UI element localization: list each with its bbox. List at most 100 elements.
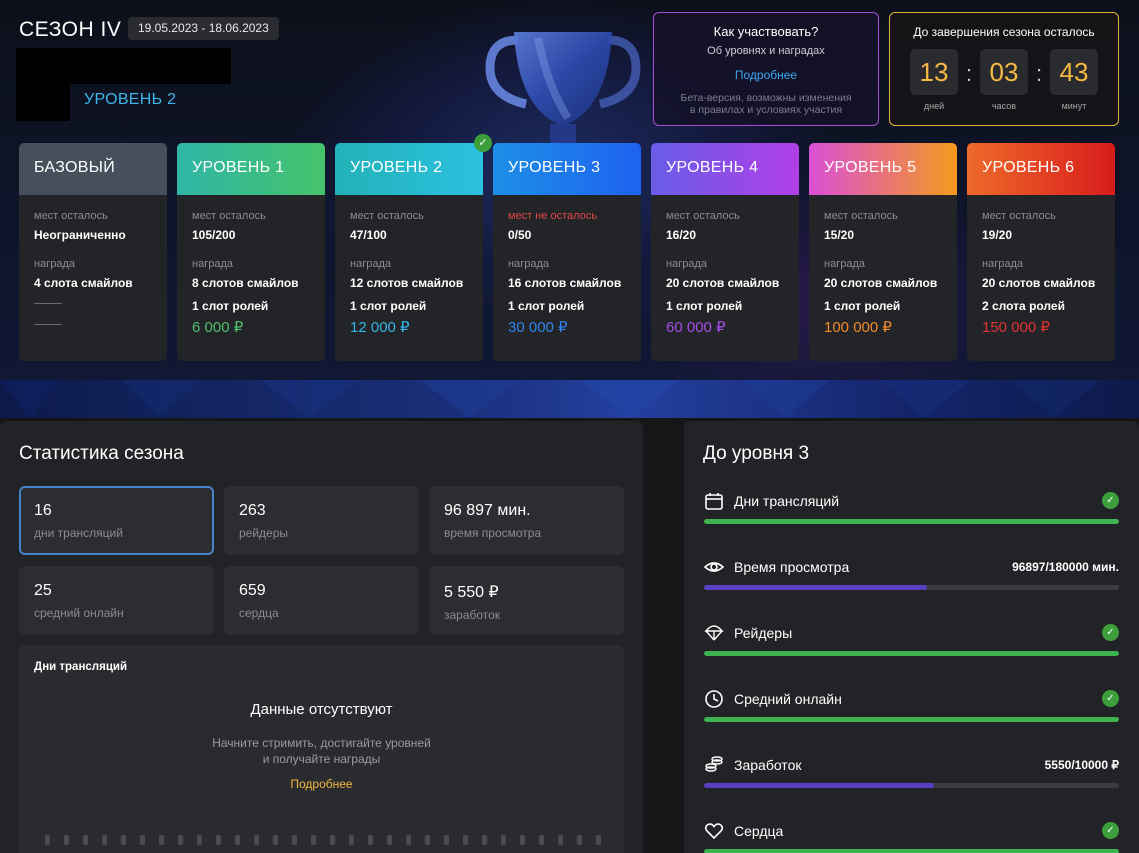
chart-placeholder-bars [45,835,605,845]
level-card-base[interactable]: БАЗОВЫЙ мест осталось Неограниченно нагр… [19,143,167,361]
chart-placeholder-bar [596,835,601,845]
stream-days-chart: Дни трансляций Данные отсутствуют Начнит… [19,645,624,853]
level-places: 105/200 [192,228,236,242]
chart-placeholder-bar [140,835,145,845]
stat-watch-time[interactable]: 96 897 мин. время просмотра [429,486,624,555]
empty-dash [34,303,62,304]
level-reward: 4 слота смайлов [34,276,133,290]
level-card-6[interactable]: УРОВЕНЬ 6 мест осталось 19/20 награда 20… [967,143,1115,361]
chart-placeholder-bar [45,835,50,845]
level-card-title: БАЗОВЫЙ [19,143,167,195]
stat-stream-days[interactable]: 16 дни трансляций [19,486,214,555]
level-price: 12 000 ₽ [350,319,410,336]
level-price: 150 000 ₽ [982,319,1050,336]
chart-placeholder-bar [235,835,240,845]
countdown-title: До завершения сезона осталось [913,25,1095,39]
next-level-progress-panel: До уровня 3 Дни трансляций ✓ Время просм… [684,421,1139,853]
progress-item-avg-online: Средний онлайн ✓ [704,689,1119,729]
stat-hearts[interactable]: 659 сердца [224,566,419,635]
progress-value: 96897/180000 мин. [1012,560,1119,574]
calendar-icon [705,493,723,510]
progress-fill [704,651,1119,656]
chart-placeholder-bar [349,835,354,845]
level-price: 30 000 ₽ [508,319,568,336]
level-card-title: УРОВЕНЬ 5 [809,143,957,195]
level-places: Неограниченно [34,228,126,242]
coins-icon [705,756,723,772]
chart-placeholder-bar [159,835,164,845]
progress-fill [704,783,935,788]
season-title: СЕЗОН IV [19,18,122,41]
level-places: 19/20 [982,228,1013,242]
level-card-4[interactable]: УРОВЕНЬ 4 мест осталось 16/20 награда 20… [651,143,799,361]
how-subtitle: Об уровнях и наградах [707,45,825,57]
chart-placeholder-bar [83,835,88,845]
progress-fill [704,849,1119,853]
current-level-check-icon: ✓ [474,134,492,152]
progress-item-hearts: Сердца ✓ [704,821,1119,853]
progress-item-stream-days: Дни трансляций ✓ [704,491,1119,531]
chart-placeholder-bar [520,835,525,845]
level-reward: 20 слотов смайлов [666,276,780,290]
level-card-1[interactable]: УРОВЕНЬ 1 мест осталось 105/200 награда … [177,143,325,361]
chart-placeholder-bar [558,835,563,845]
stat-avg-online[interactable]: 25 средний онлайн [19,566,214,635]
level-price: 6 000 ₽ [192,319,244,336]
hero-decor-strip [0,380,1139,418]
level-reward: 1 слот ролей [824,299,901,313]
level-reward: 12 слотов смайлов [350,276,464,290]
progress-bar [704,783,1119,788]
stat-raiders[interactable]: 263 рейдеры [224,486,419,555]
season-stats-panel: Статистика сезона 16 дни трансляций 263 … [0,421,643,853]
empty-dash [34,324,62,325]
chart-placeholder-bar [482,835,487,845]
level-price: 100 000 ₽ [824,319,892,336]
redacted-avatar [16,84,70,121]
level-card-title: УРОВЕНЬ 2 [335,143,483,195]
empty-state-more-link[interactable]: Подробнее [19,777,624,791]
level-reward: 8 слотов смайлов [192,276,299,290]
trophy-icon [485,32,641,146]
countdown-hours: 03 часов [980,49,1028,111]
level-reward: 20 слотов смайлов [982,276,1096,290]
progress-value: 5550/10000 ₽ [1044,758,1119,772]
progress-fill [704,519,1119,524]
empty-state-text: Начните стримить, достигайте уровней и п… [212,736,431,766]
level-card-5[interactable]: УРОВЕНЬ 5 мест осталось 15/20 награда 20… [809,143,957,361]
progress-bar [704,849,1119,853]
level-places: 15/20 [824,228,855,242]
chart-placeholder-bar [425,835,430,845]
chart-placeholder-bar [311,835,316,845]
progress-item-raiders: Рейдеры ✓ [704,623,1119,663]
clock-icon [705,690,723,708]
progress-fill [704,717,1119,722]
season-page: СЕЗОН IV 19.05.2023 - 18.06.2023 УРОВЕНЬ… [0,0,1139,853]
done-check-icon: ✓ [1102,690,1119,707]
level-card-2[interactable]: УРОВЕНЬ 2 мест осталось 47/100 награда 1… [335,143,483,361]
chart-placeholder-bar [539,835,544,845]
progress-item-earnings: Заработок 5550/10000 ₽ [704,755,1119,795]
countdown-separator: : [966,61,973,86]
level-card-title: УРОВЕНЬ 6 [967,143,1115,195]
chart-title: Дни трансляций [34,661,128,673]
chart-placeholder-bar [330,835,335,845]
progress-bar [704,585,1119,590]
how-to-participate-box: Как участвовать? Об уровнях и наградах П… [653,12,879,126]
level-reward: 20 слотов смайлов [824,276,938,290]
stat-earnings[interactable]: 5 550 ₽ заработок [429,566,624,635]
chart-placeholder-bar [406,835,411,845]
season-countdown: До завершения сезона осталось 13 дней : … [889,12,1119,126]
how-more-link[interactable]: Подробнее [735,68,797,82]
progress-item-watch-time: Время просмотра 96897/180000 мин. [704,557,1119,597]
eye-icon [704,562,724,572]
level-reward: 1 слот ролей [350,299,427,313]
level-places: 0/50 [508,228,532,242]
level-places-status: мест не осталось [508,210,598,222]
chart-placeholder-bar [216,835,221,845]
progress-fill [704,585,928,590]
level-card-3[interactable]: УРОВЕНЬ 3 мест не осталось 0/50 награда … [493,143,641,361]
parachute-icon [704,625,724,641]
beta-note: Бета-версия, возможны изменения в правил… [680,92,852,116]
level-reward: 2 слота ролей [982,299,1065,313]
season-dates-badge: 19.05.2023 - 18.06.2023 [128,17,279,40]
